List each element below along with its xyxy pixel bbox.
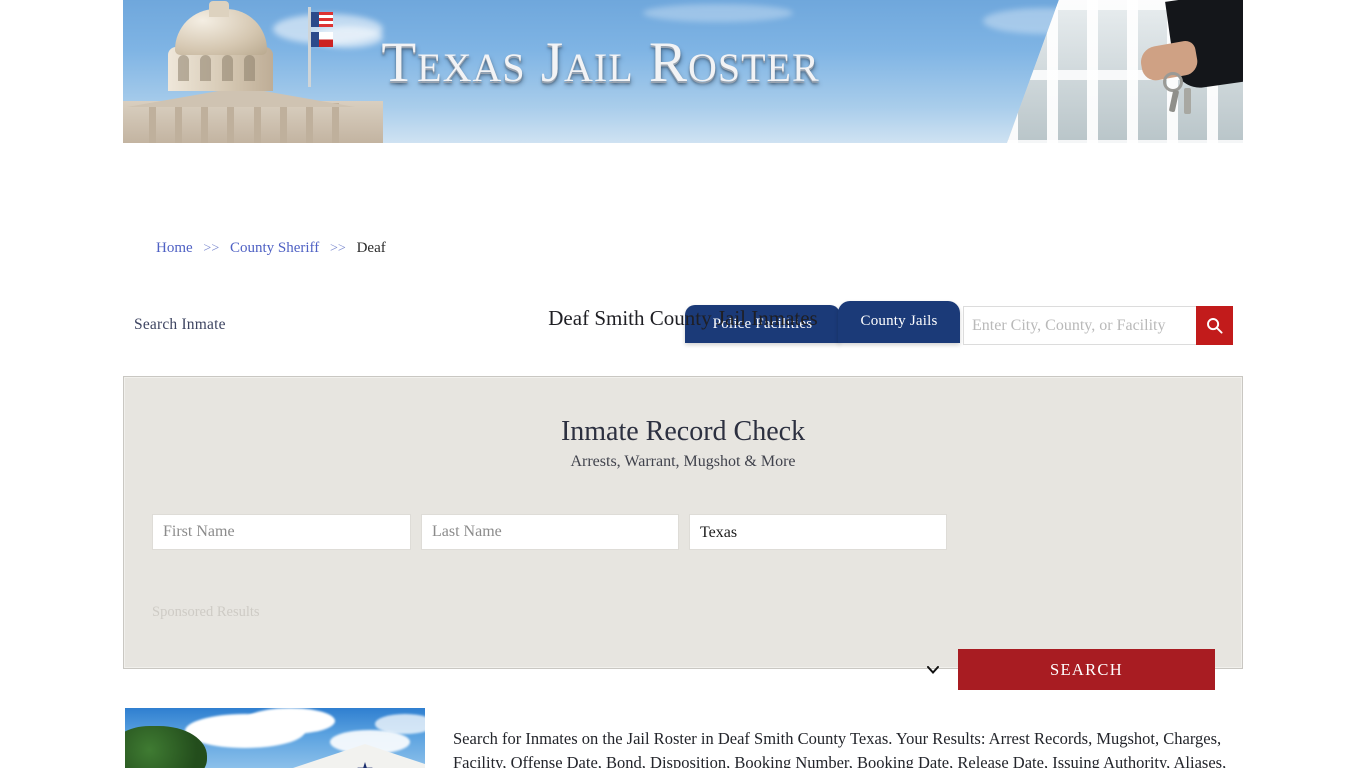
breadcrumb-separator: >> bbox=[203, 241, 220, 256]
page-root: Texas Jail Roster Search Inmate Police F… bbox=[0, 0, 1366, 768]
breadcrumb-item-county-sheriff[interactable]: County Sheriff bbox=[230, 240, 319, 256]
breadcrumb-item-home[interactable]: Home bbox=[156, 240, 193, 256]
panel-search-button[interactable]: SEARCH bbox=[958, 649, 1215, 690]
breadcrumb: Home >> County Sheriff >> Deaf bbox=[156, 240, 386, 257]
header-nav: Search Inmate Police Facilities County J… bbox=[0, 143, 1366, 345]
panel-heading: Inmate Record Check bbox=[560, 416, 806, 447]
inmate-search-form: Texas SEARCH bbox=[124, 514, 1244, 690]
inmate-record-check-panel: Inmate Record Check Arrests, Warrant, Mu… bbox=[123, 376, 1244, 690]
breadcrumb-separator: >> bbox=[330, 241, 346, 256]
panel-subheading: Arrests, Warrant, Mugshot & More bbox=[570, 453, 796, 470]
site-banner: Texas Jail Roster bbox=[123, 0, 1243, 143]
last-name-input[interactable] bbox=[421, 514, 679, 550]
banner-title: Texas Jail Roster bbox=[381, 31, 820, 94]
courthouse-thumbnail[interactable] bbox=[125, 708, 425, 768]
cloud-decoration bbox=[643, 4, 793, 22]
description-paragraph: Search for Inmates on the Jail Roster in… bbox=[453, 728, 1227, 768]
us-flag-icon bbox=[311, 12, 333, 27]
breadcrumb-item-current: Deaf bbox=[356, 240, 386, 256]
chevron-down-icon bbox=[927, 666, 939, 674]
sponsored-results-label: Sponsored Results bbox=[152, 604, 260, 620]
state-select[interactable]: Texas bbox=[689, 514, 947, 550]
page-title: Deaf Smith County Jail Inmates bbox=[548, 306, 818, 331]
first-name-input[interactable] bbox=[152, 514, 411, 550]
